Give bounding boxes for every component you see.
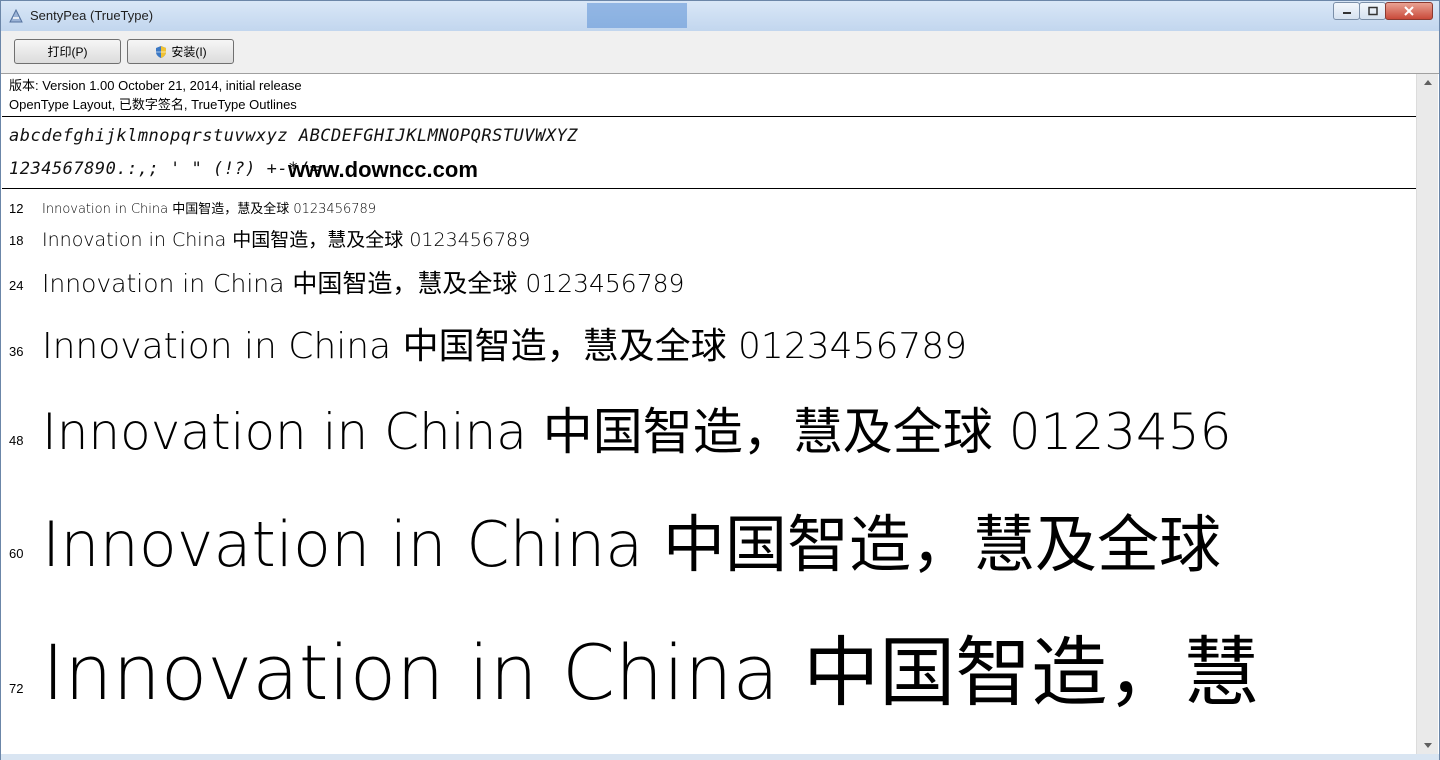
vertical-scrollbar[interactable] <box>1416 74 1438 754</box>
size-label: 60 <box>9 546 24 561</box>
version-line: 版本: Version 1.00 October 21, 2014, initi… <box>9 78 302 93</box>
font-preview-area: 版本: Version 1.00 October 21, 2014, initi… <box>2 74 1417 754</box>
watermark-text: www.downcc.com <box>288 157 478 182</box>
window-bottom-edge <box>1 754 1439 760</box>
digits-symbols-sample: 1234567890.:,; ' " (!?) +-*/= <box>9 159 321 179</box>
scroll-up-button[interactable] <box>1417 74 1438 91</box>
close-button[interactable] <box>1385 2 1433 20</box>
font-info: 版本: Version 1.00 October 21, 2014, initi… <box>9 76 302 114</box>
maximize-button[interactable] <box>1359 2 1386 20</box>
blurred-title-overlay <box>587 3 687 28</box>
minimize-button[interactable] <box>1333 2 1360 20</box>
sample-text: Innovation in China 中国智造，慧及全球 0123456789 <box>42 326 968 367</box>
sample-text: Innovation in China 中国智造，慧及全球 0123456789 <box>42 202 377 217</box>
sample-text: Innovation in China 中国智造，慧 <box>42 628 1260 717</box>
window-title: SentyPea (TrueType) <box>30 8 154 23</box>
size-label: 24 <box>9 278 24 293</box>
minimize-icon <box>1342 12 1351 14</box>
window-controls <box>1333 2 1433 21</box>
shield-icon <box>156 45 167 58</box>
features-line: OpenType Layout, 已数字签名, TrueType Outline… <box>9 97 297 112</box>
print-button-label: 打印(P) <box>47 45 88 59</box>
size-label: 18 <box>9 233 24 248</box>
info-divider <box>2 116 1417 117</box>
size-label: 48 <box>9 433 24 448</box>
charset-divider <box>2 188 1417 189</box>
font-app-icon <box>9 8 23 23</box>
sample-text: Innovation in China 中国智造，慧及全球 0123456789 <box>42 229 531 251</box>
install-button-label: 安装(I) <box>171 45 207 59</box>
font-viewer-window: SentyPea (TrueType) 打印(P) 安装(I) 版本: Vers… <box>0 0 1440 760</box>
sample-text: Innovation in China 中国智造，慧及全球 <box>42 508 1221 581</box>
size-label: 72 <box>9 681 24 696</box>
close-icon <box>1404 6 1414 16</box>
sample-text: Innovation in China 中国智造，慧及全球 0123456789 <box>42 269 685 298</box>
alphabet-sample: abcdefghijklmnopqrstuvwxyz ABCDEFGHIJKLM… <box>9 126 578 146</box>
install-button[interactable]: 安装(I) <box>127 39 234 64</box>
maximize-icon <box>1367 6 1378 16</box>
chevron-up-icon <box>1423 80 1432 85</box>
title-bar[interactable]: SentyPea (TrueType) <box>1 1 1439 31</box>
size-label: 12 <box>9 201 24 216</box>
toolbar: 打印(P) 安装(I) <box>1 31 1439 74</box>
print-button[interactable]: 打印(P) <box>14 39 121 64</box>
size-label: 36 <box>9 344 24 359</box>
scroll-down-button[interactable] <box>1417 737 1438 754</box>
sample-text: Innovation in China 中国智造，慧及全球 0123456 <box>42 403 1232 461</box>
chevron-down-icon <box>1423 743 1432 748</box>
